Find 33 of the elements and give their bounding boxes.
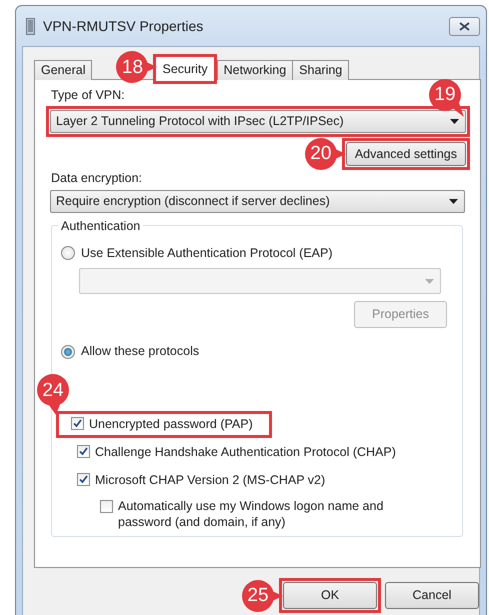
dropdown[interactable]: Require encryption (disconnect if server declines) (50, 190, 465, 212)
advanced-settings-button[interactable]: Advanced settings (346, 142, 466, 166)
option-label: Microsoft CHAP Version 2 (MS-CHAP v2) (95, 472, 326, 489)
dialog-button[interactable]: Cancel (385, 582, 479, 609)
dropdown-arrow-icon (425, 278, 434, 284)
server-icon (26, 18, 35, 34)
field-label: Data encryption: (51, 170, 144, 187)
checkmark-icon (79, 446, 88, 456)
dropdown[interactable]: Layer 2 Tunneling Protocol with IPsec (L2TP/IPSec) (50, 110, 466, 133)
option-label: Unencrypted password (PAP) (89, 416, 253, 433)
checkbox[interactable] (71, 417, 84, 430)
tab[interactable]: Sharing (292, 60, 350, 80)
checkmark-icon (73, 419, 82, 428)
field-label: Type of VPN: (51, 87, 125, 104)
radio-button[interactable] (61, 246, 75, 260)
option-label: Allow these protocols (81, 343, 200, 360)
radio-button[interactable] (61, 344, 75, 359)
close-button[interactable] (449, 16, 480, 36)
checkbox[interactable] (77, 444, 90, 458)
option-label: Use Extensible Authentication Protocol (EAP) (81, 244, 333, 262)
option-label: Challenge Handshake Authentication Protocol (CHAP) (95, 444, 396, 461)
tab[interactable]: Networking (216, 60, 294, 80)
dropdown-arrow-icon (450, 118, 459, 124)
checkbox[interactable] (77, 472, 90, 486)
tab[interactable]: General (34, 60, 92, 80)
window-title: VPN-RMUTSV Properties (43, 16, 204, 36)
dialog-button[interactable]: OK (283, 582, 377, 609)
checkmark-icon (79, 474, 88, 484)
dropdown-arrow-icon (449, 198, 458, 204)
close-icon (459, 22, 470, 30)
option-label: Automatically use my Windows logon name and password (and domain, if any) (118, 498, 384, 530)
checkbox[interactable] (100, 500, 113, 514)
tab[interactable]: Security (156, 57, 214, 81)
